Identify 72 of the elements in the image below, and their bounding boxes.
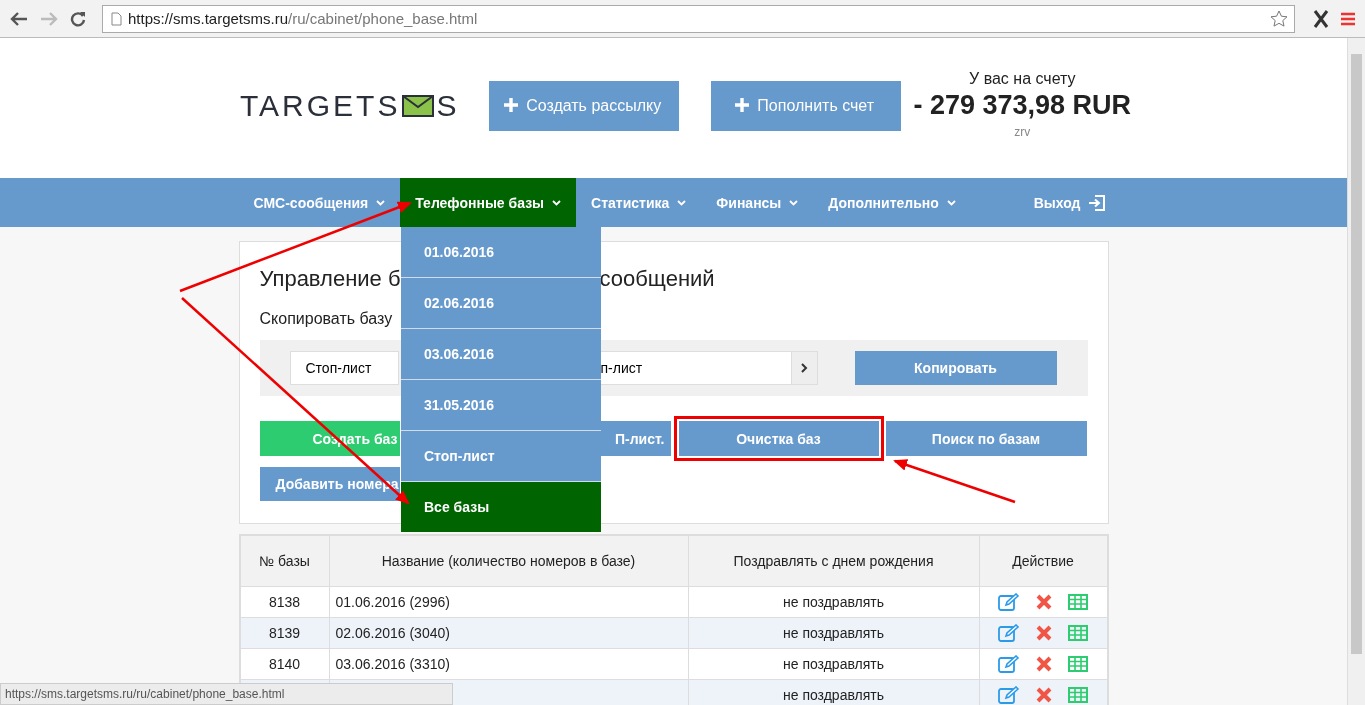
plus-icon: [503, 97, 518, 112]
chevron-down-icon: [789, 199, 799, 206]
chevron-down-icon: [552, 199, 562, 206]
status-bar: https://sms.targetsms.ru/ru/cabinet/phone_base.html: [0, 683, 453, 705]
edit-icon[interactable]: [998, 593, 1021, 612]
column-header: Действие: [979, 535, 1108, 587]
edit-icon[interactable]: [998, 655, 1021, 674]
nav-item[interactable]: Дополнительно: [813, 178, 971, 227]
edit-icon[interactable]: [998, 624, 1021, 643]
column-header: Название (количество номеров в базе): [329, 535, 688, 587]
page-title: Управление б: [259, 266, 402, 292]
chevron-right-icon: [800, 363, 808, 373]
plus-icon: [734, 97, 749, 112]
page-icon: [111, 11, 122, 26]
balance-label: У вас на счету: [969, 70, 1076, 88]
delete-icon[interactable]: [1036, 594, 1052, 611]
page-title: сообщений: [599, 266, 715, 292]
copy-button[interactable]: Копировать: [854, 351, 1057, 385]
table-icon[interactable]: [1067, 687, 1088, 704]
select-field[interactable]: п-лист: [598, 351, 818, 385]
table-cell: не поздравлять: [688, 617, 979, 649]
menu-icon[interactable]: [1341, 11, 1355, 26]
table-cell: 8138: [239, 586, 329, 618]
header-button[interactable]: Пополнить счет: [711, 80, 902, 131]
table-cell: не поздравлять: [688, 679, 979, 705]
chevron-down-icon: [677, 199, 687, 206]
nav-item[interactable]: Телефонные базы: [400, 178, 577, 227]
action-button[interactable]: Поиск по базам: [885, 421, 1087, 456]
table-cell: не поздравлять: [688, 586, 979, 618]
forward-icon[interactable]: [40, 11, 58, 26]
chevron-down-icon: [946, 199, 956, 206]
dropdown-item[interactable]: 03.06.2016: [401, 329, 601, 380]
balance-amount: - 279 373,98 RUR: [913, 90, 1132, 121]
delete-icon[interactable]: [1036, 625, 1052, 642]
table-cell: 8139: [239, 617, 329, 649]
edit-icon[interactable]: [998, 686, 1021, 705]
back-icon[interactable]: [10, 11, 28, 26]
header-button[interactable]: Создать рассылку: [489, 80, 680, 131]
table-cell: 01.06.2016 (2996): [329, 586, 688, 618]
table-cell: 03.06.2016 (3310): [329, 648, 688, 680]
dropdown-item[interactable]: Все базы: [401, 482, 601, 532]
logout-link[interactable]: Выход: [1018, 178, 1109, 227]
scrollbar[interactable]: [1347, 38, 1365, 705]
table-icon[interactable]: [1067, 594, 1088, 611]
column-header: Поздравлять с днем рождения: [688, 535, 979, 587]
select-field[interactable]: Стоп-лист: [289, 351, 399, 385]
table-icon[interactable]: [1067, 656, 1088, 673]
logo[interactable]: TARGETS S: [240, 88, 460, 123]
table-cell: 8140: [239, 648, 329, 680]
username: zrv: [1014, 125, 1031, 139]
nav-item[interactable]: Финансы: [701, 178, 814, 227]
dropdown-item[interactable]: 31.05.2016: [401, 380, 601, 431]
dropdown-item[interactable]: 02.06.2016: [401, 278, 601, 329]
table-cell: 02.06.2016 (3040): [329, 617, 688, 649]
logout-icon: [1088, 194, 1105, 211]
column-header: № базы: [239, 535, 329, 587]
nav-item[interactable]: Статистика: [576, 178, 702, 227]
extension-icon[interactable]: [1313, 9, 1329, 28]
nav-item[interactable]: СМС-сообщения: [238, 178, 401, 227]
address-bar[interactable]: https://sms.targetsms.ru/ru/cabinet/phone_base.html: [102, 4, 1295, 33]
delete-icon[interactable]: [1036, 687, 1052, 704]
delete-icon[interactable]: [1036, 656, 1052, 673]
dropdown-item[interactable]: 01.06.2016: [401, 227, 601, 278]
action-button[interactable]: П-лист.: [599, 421, 671, 456]
chevron-down-icon: [376, 199, 386, 206]
table-icon[interactable]: [1067, 625, 1088, 642]
star-icon[interactable]: [1270, 9, 1288, 28]
reload-icon[interactable]: [70, 10, 86, 27]
dropdown-item[interactable]: Стоп-лист: [401, 431, 601, 482]
action-button[interactable]: Очистка баз: [678, 421, 879, 456]
table-cell: не поздравлять: [688, 648, 979, 680]
copy-label: Скопировать базу: [259, 310, 394, 328]
